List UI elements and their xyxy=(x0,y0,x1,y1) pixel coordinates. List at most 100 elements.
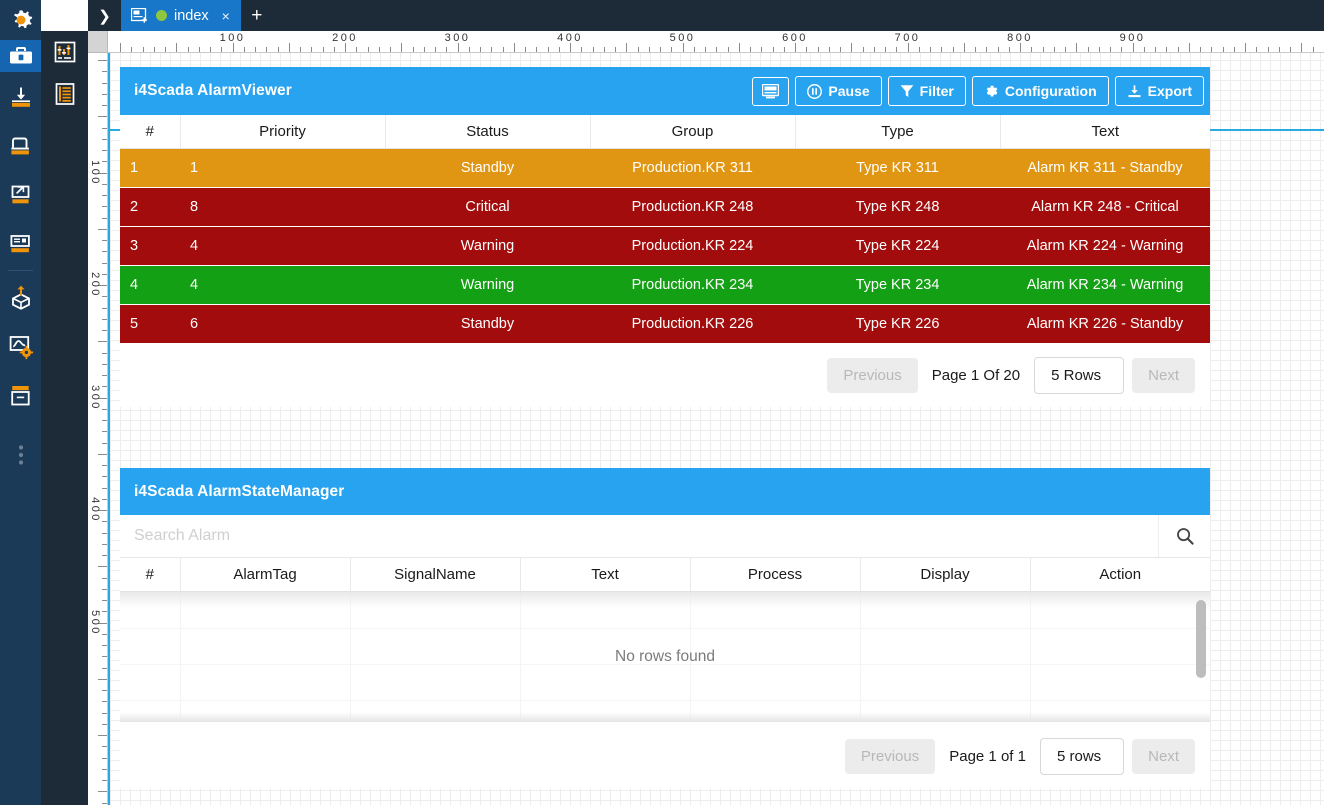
ruler-tick xyxy=(536,47,538,52)
next-page-button[interactable]: Next xyxy=(1132,739,1195,774)
ruler-tick xyxy=(102,307,107,309)
ruler-tick xyxy=(221,47,223,52)
column-header-text[interactable]: Text xyxy=(520,558,691,592)
ruler-tick xyxy=(153,47,155,52)
empty-cell xyxy=(520,700,691,722)
ruler-tick xyxy=(300,47,301,52)
tab-index[interactable]: index × xyxy=(121,0,241,31)
table-row[interactable]: 1 1 Standby Production.KR 311 Type KR 31… xyxy=(120,148,1210,188)
column-header-alarmtag[interactable]: AlarmTag xyxy=(180,558,351,592)
ruler-tick xyxy=(468,47,470,52)
configuration-button[interactable]: Configuration xyxy=(971,76,1109,106)
table-row[interactable]: 5 6 Standby Production.KR 226 Type KR 22… xyxy=(120,304,1210,344)
expand-tabs-button[interactable]: ❯ xyxy=(88,0,121,31)
ruler-tick xyxy=(446,47,448,52)
sidebar-item-toolbox[interactable] xyxy=(0,40,41,72)
ruler-corner[interactable] xyxy=(88,31,108,53)
column-header-text[interactable]: Text xyxy=(1000,115,1210,149)
search-button[interactable] xyxy=(1158,515,1210,557)
ruler-tick xyxy=(102,600,107,601)
alarm-viewer-toolbar: Pause Filter Configuration Export xyxy=(752,76,1204,106)
sidebar-item-deploy[interactable] xyxy=(0,273,41,322)
column-header-display[interactable]: Display xyxy=(860,558,1031,592)
sidebar-item-trend-settings[interactable] xyxy=(0,322,41,371)
ruler-tick xyxy=(1301,43,1303,52)
sidebar-item-properties[interactable] xyxy=(41,31,88,73)
close-icon[interactable]: × xyxy=(222,8,230,24)
table-row[interactable]: 4 4 Warning Production.KR 234 Type KR 23… xyxy=(120,265,1210,305)
ruler-tick xyxy=(98,735,107,736)
ruler-tick xyxy=(102,408,107,410)
table-row[interactable]: 2 8 Critical Production.KR 248 Type KR 2… xyxy=(120,187,1210,227)
ruler-tick xyxy=(918,47,920,52)
ruler-tick xyxy=(1166,47,1168,52)
column-header-status[interactable]: Status xyxy=(385,115,591,149)
export-button[interactable]: Export xyxy=(1114,76,1204,106)
sidebar-item-more[interactable] xyxy=(0,430,41,479)
vertical-scrollbar[interactable] xyxy=(1196,600,1206,678)
pause-button[interactable]: Pause xyxy=(795,76,882,106)
ruler-tick xyxy=(102,690,107,691)
ruler-tick xyxy=(963,43,965,52)
column-header-num[interactable]: # xyxy=(120,558,181,592)
table-row[interactable]: 3 4 Warning Production.KR 224 Type KR 22… xyxy=(120,226,1210,266)
vertical-ruler[interactable]: 100 200 300 400 500 xyxy=(88,53,108,805)
column-header-group[interactable]: Group xyxy=(590,115,796,149)
search-input[interactable] xyxy=(120,515,1158,557)
ruler-tick xyxy=(806,47,808,52)
ruler-tick xyxy=(896,47,898,52)
alarm-search-row xyxy=(120,515,1210,558)
ruler-tick xyxy=(356,47,358,52)
ruler-tick xyxy=(277,47,279,52)
ruler-tick xyxy=(102,195,107,196)
alarm-viewer-widget[interactable]: i4Scada AlarmViewer Pause Filter Configu… xyxy=(120,67,1210,407)
ruler-tick xyxy=(198,47,200,52)
rows-per-page-select[interactable]: 5 Rows xyxy=(1034,357,1125,394)
ruler-tick xyxy=(102,240,107,241)
column-header-priority[interactable]: Priority xyxy=(180,115,386,149)
sidebar-item-settings[interactable] xyxy=(0,0,41,40)
sidebar-item-archive[interactable] xyxy=(0,371,41,420)
column-header-action[interactable]: Action xyxy=(1030,558,1210,592)
column-header-type[interactable]: Type xyxy=(795,115,1001,149)
funnel-icon xyxy=(900,84,914,98)
horizontal-ruler[interactable]: 100 200 300 400 500 600 700 800 900 xyxy=(108,31,1324,53)
column-header-num[interactable]: # xyxy=(120,115,181,149)
alarm-state-manager-widget[interactable]: i4Scada AlarmStateManager Search Alarm #… xyxy=(120,468,1210,788)
sidebar-item-list[interactable] xyxy=(41,73,88,115)
ruler-tick xyxy=(142,47,144,52)
page-indicator: Page 1 Of 20 xyxy=(931,367,1021,384)
ruler-tick xyxy=(513,43,515,52)
cell-type: Type KR 248 xyxy=(795,187,1000,227)
ruler-tick xyxy=(232,43,234,52)
ruler-tick xyxy=(547,47,549,52)
rows-per-page-select[interactable]: 5 rows xyxy=(1039,738,1125,775)
previous-page-button[interactable]: Previous xyxy=(827,358,918,393)
filter-button[interactable]: Filter xyxy=(887,76,966,106)
ruler-tick xyxy=(102,532,107,534)
ruler-tick xyxy=(102,217,107,219)
ruler-tick xyxy=(378,47,380,52)
column-header-signalname[interactable]: SignalName xyxy=(350,558,521,592)
new-tab-button[interactable]: + xyxy=(241,0,273,31)
previous-page-button[interactable]: Previous xyxy=(844,739,936,774)
sidebar-item-external[interactable] xyxy=(0,170,41,219)
ruler-tick xyxy=(952,47,954,52)
sidebar-item-documents[interactable] xyxy=(0,219,41,268)
ruler-tick xyxy=(98,228,107,230)
ruler-tick xyxy=(102,611,107,613)
sidebar-item-import[interactable] xyxy=(0,72,41,121)
ruler-tick xyxy=(1267,47,1269,52)
sidebar-item-server[interactable] xyxy=(0,121,41,170)
cell-group: Production.KR 234 xyxy=(590,265,795,305)
ruler-tick xyxy=(102,723,107,725)
monitor-button[interactable] xyxy=(752,76,790,106)
ruler-tick xyxy=(102,296,107,298)
ruler-tick xyxy=(102,442,107,444)
more-dots-icon xyxy=(18,444,24,466)
column-header-process[interactable]: Process xyxy=(690,558,861,592)
design-canvas[interactable]: i4Scada AlarmViewer Pause Filter Configu… xyxy=(108,53,1324,805)
next-page-button[interactable]: Next xyxy=(1132,358,1195,393)
ruler-tick xyxy=(243,47,245,52)
ruler-tick xyxy=(401,43,403,52)
